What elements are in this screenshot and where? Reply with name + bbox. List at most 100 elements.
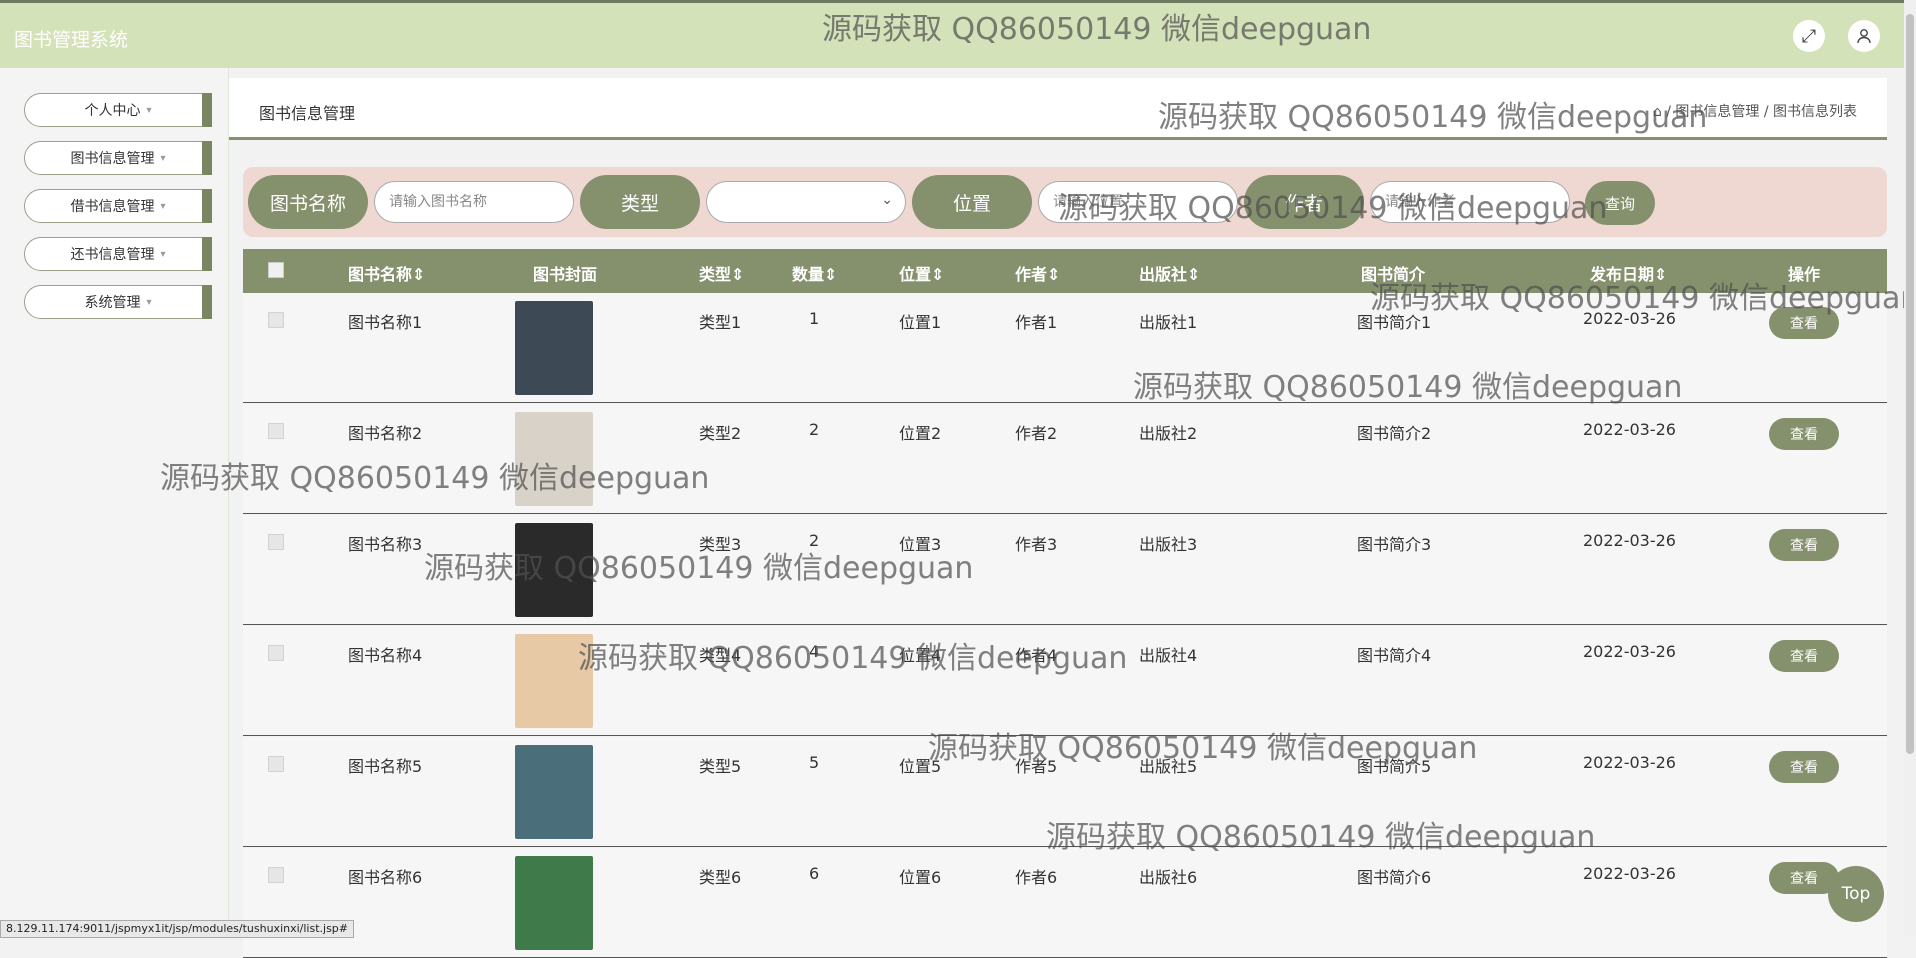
caret-down-icon: ▾ xyxy=(160,200,166,212)
fullscreen-icon[interactable]: ⤢ xyxy=(1793,20,1825,52)
cell-location: 位置4 xyxy=(899,646,942,665)
cell-qty: 4 xyxy=(809,642,820,661)
row-checkbox[interactable] xyxy=(268,312,284,328)
search-bar: 图书名称 类型 ⌄ 位置 作者 查询 xyxy=(243,167,1887,237)
cell-type: 类型2 xyxy=(699,424,742,443)
cell-intro: 图书简介4 xyxy=(1357,646,1432,665)
table-row: 图书名称1 类型1 1 位置1 作者1 出版社1 图书简介1 2022-03-2… xyxy=(243,293,1887,403)
table-row: 图书名称2 类型2 2 位置2 作者2 出版社2 图书简介2 2022-03-2… xyxy=(243,404,1887,514)
cell-date: 2022-03-26 xyxy=(1583,531,1676,550)
breadcrumb: 图书信息管理 ⌂ / 图书信息管理 / 图书信息列表 xyxy=(229,78,1887,140)
cell-intro: 图书简介6 xyxy=(1357,868,1432,887)
cell-author: 作者1 xyxy=(1015,313,1058,332)
view-button[interactable]: 查看 xyxy=(1769,751,1839,783)
cell-date: 2022-03-26 xyxy=(1583,642,1676,661)
sidebar-item-return-info[interactable]: 还书信息管理 ▾ xyxy=(24,237,212,271)
cell-qty: 2 xyxy=(809,420,820,439)
cell-name: 图书名称6 xyxy=(348,868,423,887)
cell-qty: 2 xyxy=(809,531,820,550)
author-input[interactable] xyxy=(1370,181,1570,223)
search-button[interactable]: 查询 xyxy=(1585,181,1655,225)
type-label: 类型 xyxy=(580,175,700,229)
cell-date: 2022-03-26 xyxy=(1583,753,1676,772)
row-checkbox[interactable] xyxy=(268,645,284,661)
cell-name: 图书名称1 xyxy=(348,313,423,332)
col-header-type[interactable]: 类型⇕ xyxy=(699,261,744,285)
col-header-qty[interactable]: 数量⇕ xyxy=(792,261,837,285)
view-button[interactable]: 查看 xyxy=(1769,640,1839,672)
sidebar-item-system[interactable]: 系统管理 ▾ xyxy=(24,285,212,319)
cell-type: 类型6 xyxy=(699,868,742,887)
cell-qty: 6 xyxy=(809,864,820,883)
cell-author: 作者4 xyxy=(1015,646,1058,665)
col-header-cover: 图书封面 xyxy=(533,265,598,284)
caret-down-icon: ▾ xyxy=(160,152,166,164)
cell-date: 2022-03-26 xyxy=(1583,309,1676,328)
cell-name: 图书名称2 xyxy=(348,424,423,443)
caret-down-icon: ▾ xyxy=(146,296,152,308)
col-header-location[interactable]: 位置⇕ xyxy=(899,261,944,285)
col-header-intro: 图书简介 xyxy=(1361,265,1426,284)
caret-down-icon: ▾ xyxy=(160,248,166,260)
cell-location: 位置1 xyxy=(899,313,942,332)
book-name-input[interactable] xyxy=(374,181,574,223)
breadcrumb-path[interactable]: ⌂ / 图书信息管理 / 图书信息列表 xyxy=(1653,101,1857,121)
type-select[interactable]: ⌄ xyxy=(706,181,906,223)
sidebar-item-label: 系统管理 xyxy=(84,295,141,311)
sidebar-item-personal-center[interactable]: 个人中心 ▾ xyxy=(24,93,212,127)
cell-location: 位置2 xyxy=(899,424,942,443)
status-url: 8.129.11.174:9011/jspmyx1it/jsp/modules/… xyxy=(0,920,355,938)
user-icon[interactable] xyxy=(1848,20,1880,52)
select-all-checkbox[interactable] xyxy=(268,262,284,278)
cell-type: 类型5 xyxy=(699,757,742,776)
cell-intro: 图书简介3 xyxy=(1357,535,1432,554)
col-header-author[interactable]: 作者⇕ xyxy=(1015,261,1060,285)
caret-down-icon: ▾ xyxy=(146,104,152,116)
cell-location: 位置5 xyxy=(899,757,942,776)
cell-intro: 图书简介1 xyxy=(1357,313,1432,332)
sidebar-item-label: 借书信息管理 xyxy=(70,199,155,215)
cell-publisher: 出版社6 xyxy=(1139,868,1198,887)
view-button[interactable]: 查看 xyxy=(1769,307,1839,339)
cell-publisher: 出版社4 xyxy=(1139,646,1198,665)
col-header-action: 操作 xyxy=(1788,265,1821,284)
sidebar-item-borrow-info[interactable]: 借书信息管理 ▾ xyxy=(24,189,212,223)
location-input[interactable] xyxy=(1038,181,1238,223)
col-header-name[interactable]: 图书名称⇕ xyxy=(348,261,425,285)
view-button[interactable]: 查看 xyxy=(1769,529,1839,561)
table-row: 图书名称3 类型3 2 位置3 作者3 出版社3 图书简介3 2022-03-2… xyxy=(243,515,1887,625)
view-button[interactable]: 查看 xyxy=(1769,418,1839,450)
row-checkbox[interactable] xyxy=(268,756,284,772)
book-cover-image xyxy=(515,301,593,395)
top-header: 图书管理系统 ⤢ xyxy=(0,0,1916,68)
back-to-top-button[interactable]: Top xyxy=(1828,866,1884,922)
row-checkbox[interactable] xyxy=(268,867,284,883)
book-cover-image xyxy=(515,745,593,839)
col-header-publisher[interactable]: 出版社⇕ xyxy=(1139,261,1200,285)
cell-date: 2022-03-26 xyxy=(1583,420,1676,439)
table-header: 图书名称⇕ 图书封面 类型⇕ 数量⇕ 位置⇕ 作者⇕ 出版社⇕ 图书简介 发布日… xyxy=(243,249,1887,293)
cell-location: 位置3 xyxy=(899,535,942,554)
cell-name: 图书名称3 xyxy=(348,535,423,554)
cell-type: 类型3 xyxy=(699,535,742,554)
table-row: 图书名称5 类型5 5 位置5 作者5 出版社5 图书简介5 2022-03-2… xyxy=(243,737,1887,847)
sidebar: 个人中心 ▾ 图书信息管理 ▾ 借书信息管理 ▾ 还书信息管理 ▾ 系统管理 ▾ xyxy=(0,68,229,936)
cell-author: 作者6 xyxy=(1015,868,1058,887)
cell-qty: 5 xyxy=(809,753,820,772)
cell-publisher: 出版社1 xyxy=(1139,313,1198,332)
cell-type: 类型1 xyxy=(699,313,742,332)
cell-intro: 图书简介5 xyxy=(1357,757,1432,776)
page-title: 图书信息管理 xyxy=(259,104,356,123)
cell-date: 2022-03-26 xyxy=(1583,864,1676,883)
sidebar-item-label: 还书信息管理 xyxy=(70,247,155,263)
row-checkbox[interactable] xyxy=(268,534,284,550)
scrollbar-thumb[interactable] xyxy=(1906,14,1914,754)
sidebar-item-book-info[interactable]: 图书信息管理 ▾ xyxy=(24,141,212,175)
book-cover-image xyxy=(515,412,593,506)
row-checkbox[interactable] xyxy=(268,423,284,439)
chevron-down-icon: ⌄ xyxy=(881,192,893,208)
col-header-date[interactable]: 发布日期⇕ xyxy=(1590,261,1667,285)
sidebar-item-label: 个人中心 xyxy=(84,103,141,119)
cell-publisher: 出版社2 xyxy=(1139,424,1198,443)
cell-author: 作者2 xyxy=(1015,424,1058,443)
